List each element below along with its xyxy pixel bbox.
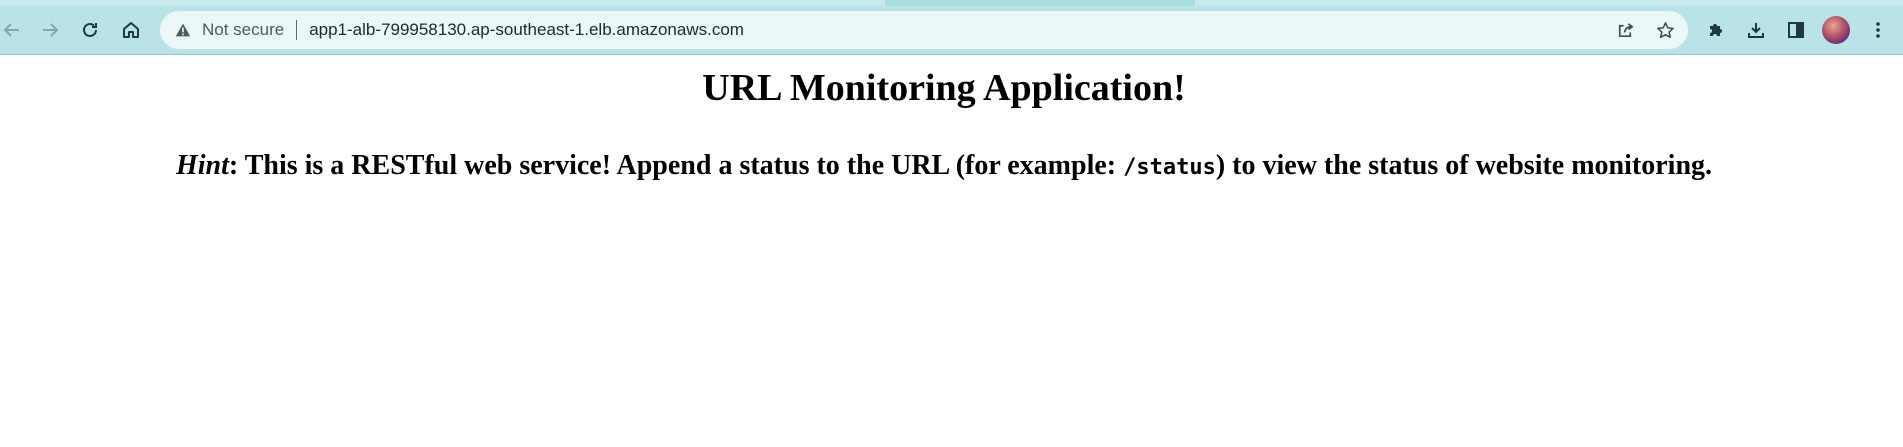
url-text[interactable]: app1-alb-799958130.ap-southeast-1.elb.am… <box>309 20 744 40</box>
warning-triangle-icon[interactable] <box>174 21 192 39</box>
address-divider <box>296 20 298 40</box>
status-path-code: /status <box>1123 155 1216 180</box>
star-icon[interactable] <box>1650 11 1680 49</box>
reload-button[interactable] <box>74 14 106 46</box>
side-panel-button[interactable] <box>1780 14 1812 46</box>
hint-label: Hint <box>175 150 229 181</box>
page-title: URL Monitoring Application! <box>702 67 1186 109</box>
security-status-label[interactable]: Not secure <box>202 20 284 40</box>
puzzle-icon <box>1710 24 1722 36</box>
reload-icon <box>83 22 97 37</box>
home-button[interactable] <box>115 14 147 46</box>
extensions-button[interactable] <box>1700 14 1732 46</box>
arrow-left-icon <box>3 23 19 37</box>
side-panel-icon <box>1788 22 1804 38</box>
browser-chrome: Not secure app1-alb-799958130.ap-southea… <box>0 0 1903 55</box>
profile-avatar[interactable] <box>1822 16 1850 44</box>
arrow-right-icon <box>43 23 59 37</box>
browser-menu-button[interactable] <box>1862 14 1894 46</box>
download-icon <box>1748 23 1764 38</box>
home-icon <box>123 22 139 38</box>
back-button[interactable] <box>0 14 28 46</box>
share-icon[interactable] <box>1610 11 1640 49</box>
page-content: URL Monitoring Application! Hint: This i… <box>0 56 1903 447</box>
forward-button[interactable] <box>34 14 66 46</box>
hint-text-after: ) to view the status of website monitori… <box>1215 150 1713 181</box>
kebab-menu-icon <box>1876 22 1880 38</box>
address-bar[interactable]: Not secure app1-alb-799958130.ap-southea… <box>160 11 1688 49</box>
hint-text-before: : This is a RESTful web service! Append … <box>228 150 1124 181</box>
downloads-button[interactable] <box>1740 14 1772 46</box>
hint-message: Hint: This is a RESTful web service! App… <box>0 150 1888 182</box>
browser-toolbar: Not secure app1-alb-799958130.ap-southea… <box>0 6 1903 55</box>
